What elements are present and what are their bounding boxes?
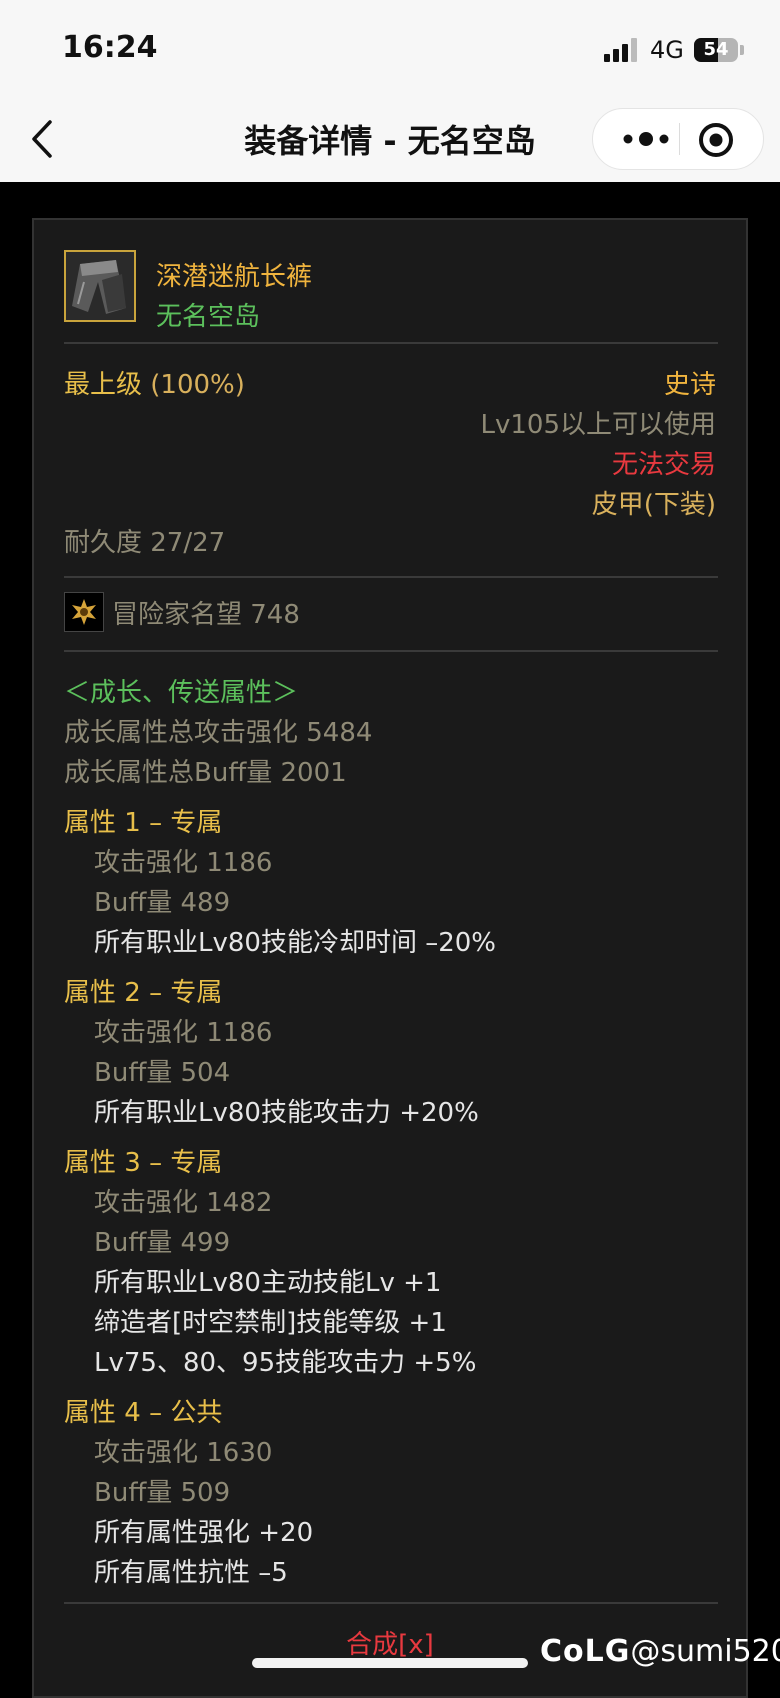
attribute-effect: 所有职业Lv80主动技能Lv +1 [94,1268,442,1298]
attribute-buff: Buff量 499 [94,1228,231,1258]
attribute-attack: 攻击强化 1186 [94,1018,273,1048]
crest-icon [72,599,96,625]
attribute-effect: 所有职业Lv80技能攻击力 +20% [94,1098,479,1128]
adventurer-fame: 冒险家名望 748 [112,600,300,630]
growth-total-attack: 成长属性总攻击强化 5484 [64,718,373,748]
attribute-effect: 缔造者[时空禁制]技能等级 +1 [94,1308,447,1338]
battery-icon: 54 [694,38,738,62]
page-title: 装备详情 - 无名空岛 [244,122,536,160]
item-name: 深潜迷航长裤 [156,262,313,292]
watermark-user: @sumi520 [630,1634,780,1669]
mini-program-capsule [592,108,764,170]
battery-level: 54 [703,39,729,60]
attribute-title: 属性 4 – 公共 [64,1398,223,1428]
item-set-name: 无名空岛 [156,302,261,332]
trade-status: 无法交易 [611,450,716,480]
capsule-divider [679,123,680,155]
watermark: CoLG@sumi520 [540,1634,780,1669]
attribute-title: 属性 3 – 专属 [64,1148,223,1178]
durability: 耐久度 27/27 [64,528,226,558]
level-requirement: Lv105以上可以使用 [480,410,717,440]
attribute-buff: Buff量 489 [94,888,231,918]
more-dots-icon[interactable] [619,123,673,155]
nav-bar: 装备详情 - 无名空岛 [0,96,780,182]
item-grade: 最上级 (100%) [64,364,245,401]
watermark-brand: CoLG [540,1634,631,1669]
attribute-effect: Lv75、80、95技能攻击力 +5% [94,1348,477,1378]
grade-percent: (100%) [150,370,245,400]
attribute-attack: 攻击强化 1482 [94,1188,273,1218]
divider [64,1602,718,1604]
fame-icon [64,592,104,632]
divider [64,650,718,652]
attribute-title: 属性 1 – 专属 [64,808,223,838]
back-arrow-icon[interactable] [24,114,64,164]
equipment-panel: 深潜迷航长裤 无名空岛 最上级 (100%) 史诗 Lv105以上可以使用 无法… [32,218,748,1698]
attribute-title: 属性 2 – 专属 [64,978,223,1008]
attribute-effect: 所有属性抗性 –5 [94,1558,288,1588]
attribute-attack: 攻击强化 1186 [94,848,273,878]
attribute-buff: Buff量 504 [94,1058,231,1088]
grade-label: 最上级 [64,370,143,400]
pants-icon [66,252,134,320]
divider [64,342,718,344]
signal-icon [604,38,637,62]
target-close-icon[interactable] [697,121,735,159]
attribute-effect: 所有职业Lv80技能冷却时间 –20% [94,928,497,958]
network-type: 4G [650,36,684,64]
item-icon [64,250,136,322]
growth-header: ＜成长、传送属性＞ [64,678,299,708]
attribute-effect: 所有属性强化 +20 [94,1518,314,1548]
status-time: 16:24 [62,30,158,65]
growth-total-buff: 成长属性总Buff量 2001 [64,758,347,788]
attribute-buff: Buff量 509 [94,1478,231,1508]
item-rarity: 史诗 [663,370,716,400]
status-bar: 16:24 4G 54 [0,0,780,96]
home-indicator[interactable] [252,1658,528,1668]
divider [64,576,718,578]
attribute-attack: 攻击强化 1630 [94,1438,273,1468]
item-type: 皮甲(下装) [591,490,716,520]
battery-tip [740,45,744,55]
